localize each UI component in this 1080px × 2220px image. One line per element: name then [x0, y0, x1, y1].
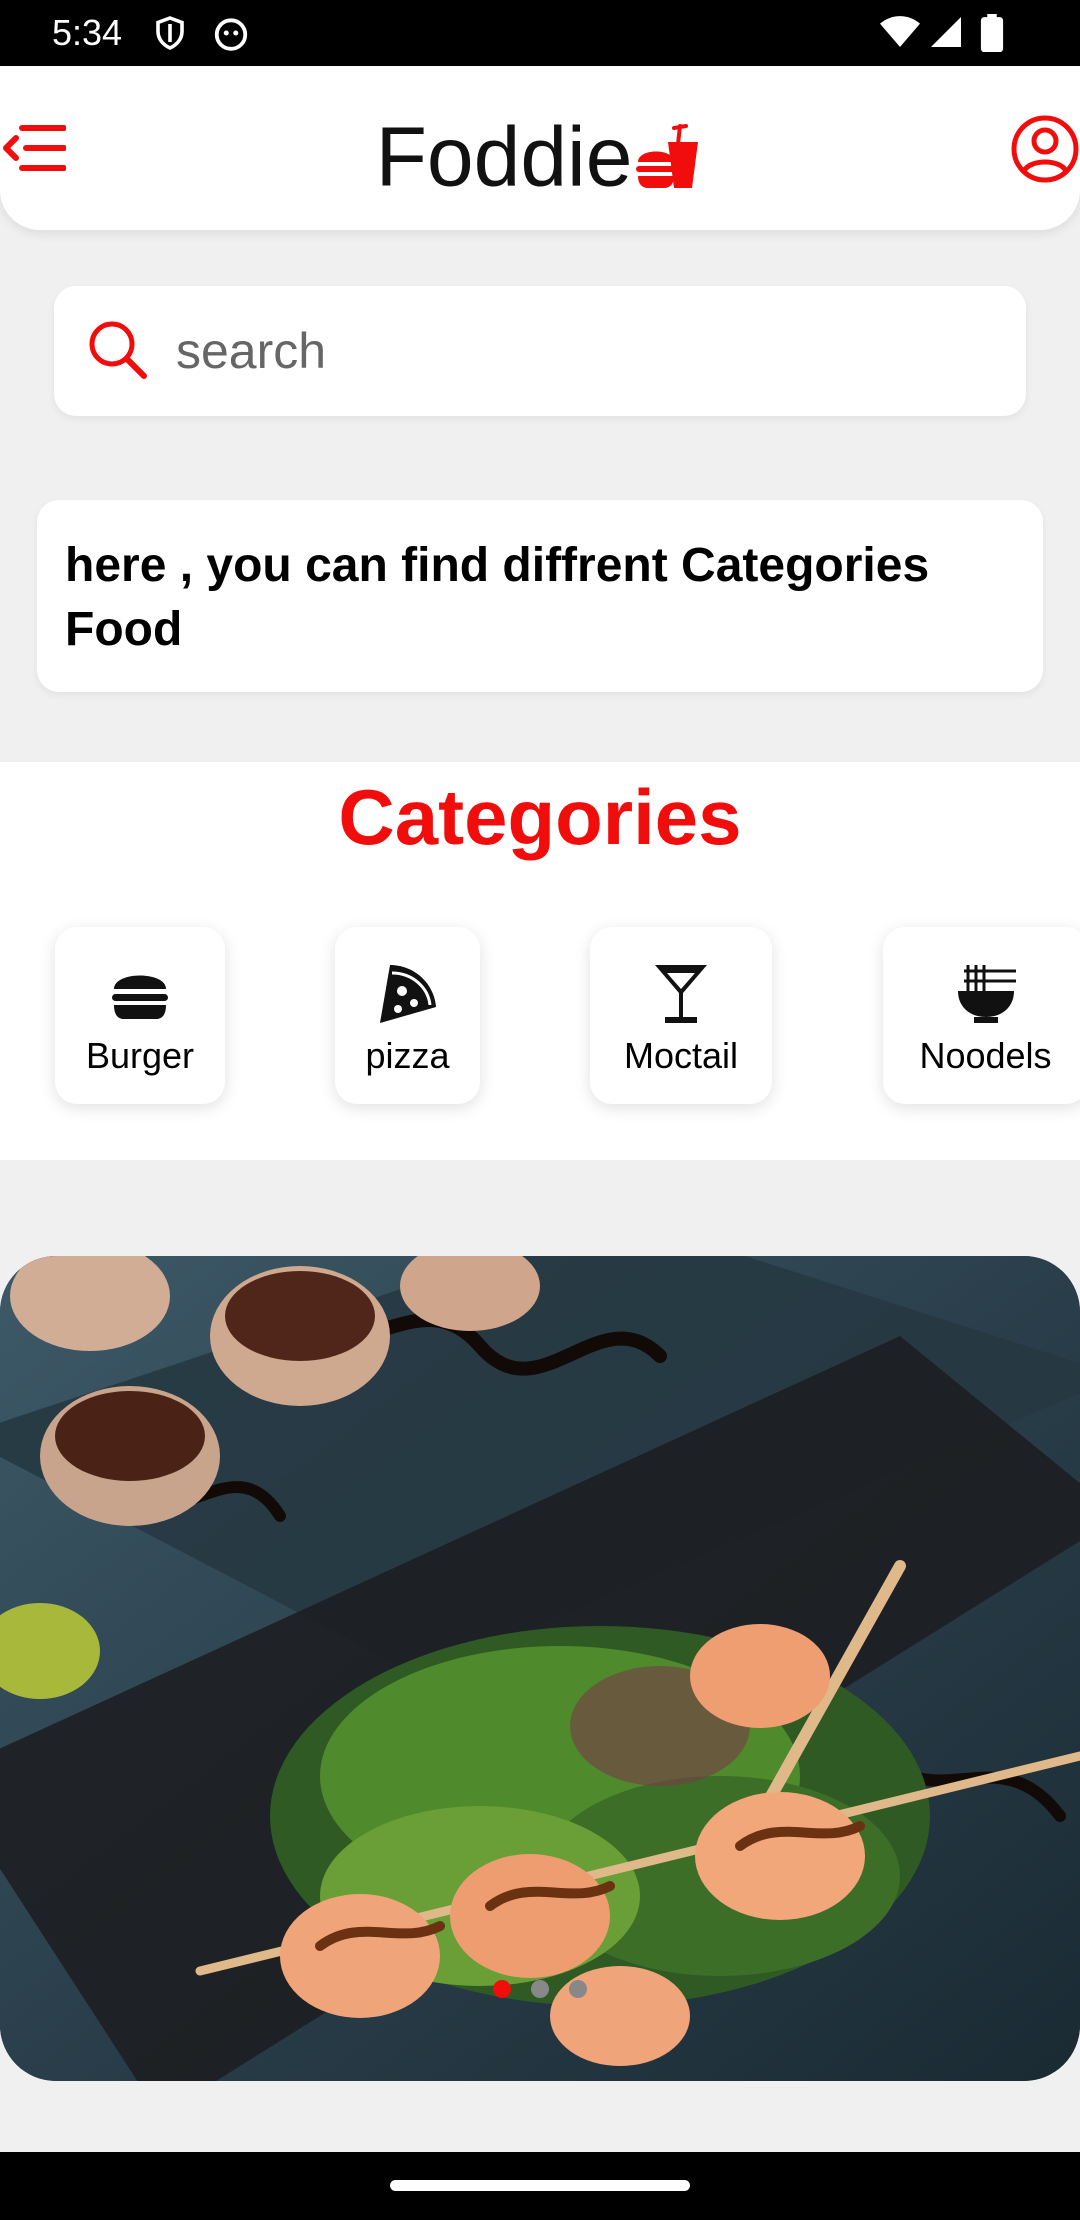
intro-text: here , you can find diffrent Categories …: [65, 539, 930, 656]
categories-title: Categories: [338, 773, 742, 861]
banner-food-image: [0, 1256, 1080, 2081]
burger-icon: [112, 975, 168, 1019]
category-pizza[interactable]: pizza: [335, 927, 480, 1104]
fast-food-logo-icon: [636, 123, 699, 188]
carousel-dot-active[interactable]: [493, 1980, 511, 1998]
category-label: Noodels: [919, 1035, 1052, 1076]
featured-banner[interactable]: [0, 1256, 1080, 2081]
search-bar: [54, 286, 1026, 416]
search-input[interactable]: [174, 310, 998, 392]
pizza-icon: [379, 965, 436, 1023]
category-moctail[interactable]: Moctail: [590, 927, 772, 1104]
wifi-icon: [880, 16, 920, 47]
category-noodels[interactable]: Noodels: [883, 927, 1080, 1104]
category-burger[interactable]: Burger: [55, 927, 225, 1104]
cocktail-icon: [655, 965, 707, 1023]
account-icon[interactable]: [1010, 114, 1080, 184]
carousel-indicator: [0, 1980, 1080, 2003]
brand: Foddie: [0, 102, 1080, 205]
search-icon: [89, 321, 147, 379]
signal-icon: [931, 17, 961, 47]
category-label: Moctail: [623, 1035, 739, 1076]
category-label: pizza: [365, 1035, 450, 1076]
carousel-dot[interactable]: [531, 1980, 549, 1998]
status-time: 5:34: [52, 12, 123, 53]
system-nav-bar: [0, 2152, 1080, 2220]
cat-face-icon: [214, 18, 248, 51]
battery-icon: [980, 14, 1004, 52]
category-label: Burger: [85, 1035, 195, 1076]
app-bar: Foddie: [0, 66, 1080, 230]
home-gesture-handle[interactable]: [390, 2180, 690, 2191]
status-bar: 5:34: [0, 0, 1080, 66]
app-title: Foddie: [375, 109, 633, 204]
intro-card: here , you can find diffrent Categories …: [37, 500, 1043, 692]
shield-icon: [156, 16, 184, 50]
categories-section: Categories Burger pizza Moctail Noodels: [0, 762, 1080, 1160]
carousel-dot[interactable]: [569, 1980, 587, 1998]
noodles-icon: [957, 965, 1016, 1023]
